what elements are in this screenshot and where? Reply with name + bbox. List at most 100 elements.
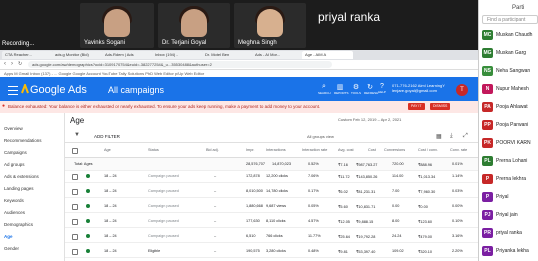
cell-status[interactable]: Campaign paused (148, 234, 179, 238)
video-tile-2[interactable]: Dr. Terjani Goyal (158, 3, 230, 48)
col-age[interactable]: Age (104, 148, 111, 152)
row-checkbox[interactable] (72, 204, 78, 210)
col-conv-rate[interactable]: Conv. rate (450, 148, 467, 152)
cell-bid[interactable]: – (214, 234, 216, 238)
row-checkbox[interactable] (72, 174, 78, 180)
row-checkbox[interactable] (72, 189, 78, 195)
pay-button[interactable]: PAY IT (408, 103, 425, 110)
sidebar-item-audiences[interactable]: Audiences (4, 210, 25, 215)
cell-cpc: ₹7,960.30 (418, 190, 436, 194)
tools-icon[interactable]: ⚙ TOOLS (350, 83, 362, 97)
download-icon[interactable]: ⤓ (450, 133, 453, 140)
participant-row[interactable]: PL Priyanka lekha (480, 244, 538, 258)
help-icon[interactable]: ? HELP (376, 83, 388, 97)
participant-row[interactable]: N Nupur Mahesh (480, 82, 538, 96)
col-cost-conv[interactable]: Cost / conv. (418, 148, 438, 152)
sidebar-item-ad-groups[interactable]: Ad groups (4, 162, 25, 167)
browser-tab[interactable]: CTA Reacher... (2, 51, 53, 59)
bookmarks-bar[interactable]: Apps M Gmail Inbox (137) - ... Google Go… (0, 70, 482, 77)
cell-bid[interactable]: – (214, 189, 216, 193)
sidebar-item-demographics[interactable]: Demographics (4, 222, 33, 227)
expand-icon[interactable]: ⤢ (463, 133, 468, 140)
cell-bid[interactable]: – (214, 174, 216, 178)
cell-cost: ₹143,850.26 (356, 175, 378, 179)
add-filter-button[interactable]: ADD FILTER (94, 134, 120, 139)
col-status[interactable]: Status (148, 148, 159, 152)
icon-label: REPORTS (334, 91, 349, 95)
row-checkbox[interactable] (72, 249, 78, 255)
participant-row[interactable]: PJ Priyal jain (480, 208, 538, 222)
sidebar-item-gender[interactable]: Gender (4, 246, 19, 251)
cell-bid[interactable]: – (214, 219, 216, 223)
video-tile-3[interactable]: Meghna Singh (234, 3, 306, 48)
browser-tab[interactable]: Ads - AI Mor... (252, 51, 303, 59)
participant-row[interactable]: PA Pooja Ahlawat (480, 100, 538, 114)
participant-row[interactable]: PL Prerna Lohani (480, 154, 538, 168)
cell-status[interactable]: Campaign paused (148, 204, 179, 208)
sidebar-item-ads-extensions[interactable]: Ads & extensions (4, 174, 39, 179)
row-checkbox[interactable] (72, 234, 78, 240)
cell-bid[interactable]: – (214, 204, 216, 208)
col-bid-adj[interactable]: Bid adj. (206, 148, 219, 152)
cell-status[interactable]: Campaign paused (148, 174, 179, 178)
date-range-picker[interactable]: Custom Feb 12, 2019 – Apr 2, 2021 (338, 117, 401, 122)
cell-status[interactable]: Campaign paused (148, 189, 179, 193)
columns-icon[interactable]: ▦ (436, 133, 442, 140)
sidebar-item-keywords[interactable]: Keywords (4, 198, 24, 203)
filter-icon[interactable]: ▼ (74, 132, 82, 138)
browser-tab[interactable]: Ads.Rdem | Ads (102, 51, 153, 59)
participant-name: Muskan Garg (496, 50, 527, 56)
cell-bid[interactable]: – (214, 249, 216, 253)
recording-status: Recording... (2, 41, 35, 47)
participant-face (104, 9, 130, 37)
total-cost: ₹987,763.27 (356, 163, 378, 167)
cell-impr: 6,510 (246, 234, 256, 238)
participant-row[interactable]: NS Neha Sangwan (480, 64, 538, 78)
video-tile-1[interactable]: Yavinks Sogani (80, 3, 154, 48)
back-icon[interactable]: ‹ (4, 61, 6, 67)
page-title-campaigns[interactable]: All campaigns (108, 85, 164, 95)
chart-icon[interactable]: ▥ REPORTS (334, 83, 349, 97)
sidebar-item-overview[interactable]: Overview (4, 126, 23, 131)
participant-search-input[interactable]: Find a participant (482, 15, 538, 24)
reload-icon[interactable]: ↻ (18, 61, 22, 67)
participant-row[interactable]: P Priyal (480, 190, 538, 204)
cell-status[interactable]: Campaign paused (148, 219, 179, 223)
forward-icon[interactable]: › (11, 61, 13, 67)
participant-name: Priyal (496, 194, 509, 200)
cell-status[interactable]: Eligible (148, 249, 160, 253)
participant-row[interactable]: PK POORVI KARN (480, 136, 538, 150)
avatar[interactable]: T (456, 84, 468, 96)
sidebar-item-campaigns[interactable]: Campaigns (4, 150, 27, 155)
col-impr[interactable]: Impr. (246, 148, 254, 152)
col-cost[interactable]: Cost (368, 148, 376, 152)
search-icon[interactable]: ⌕ SEARCH (318, 83, 331, 97)
sidebar-item-landing-pages[interactable]: Landing pages (4, 186, 34, 191)
participant-row[interactable]: PR priyal ranka (480, 226, 538, 240)
cell-rate: 4.57% (308, 219, 319, 223)
browser-tab[interactable]: ads.g Monitor (Bid) (52, 51, 103, 59)
participant-row[interactable]: MG Muskan Garg (480, 46, 538, 60)
participant-row[interactable]: PP Pooja Parwani (480, 118, 538, 132)
sidebar-item-age[interactable]: Age (4, 234, 13, 239)
refresh-icon[interactable]: ↻ REFRESH (364, 83, 378, 97)
account-info[interactable]: 071-776-2162 Aiml LearningY lenjare.goya… (392, 83, 445, 93)
row-checkbox[interactable] (72, 219, 78, 225)
url-field[interactable]: ads.google.com/aw/demographics?ocid=3109… (28, 61, 332, 68)
col-interaction-rate[interactable]: Interaction rate (302, 148, 327, 152)
sidebar-item-recommendations[interactable]: Recommendations (4, 138, 42, 143)
col-conversions[interactable]: Conversions (384, 148, 405, 152)
browser-tab[interactable]: Dr. Motel Ben (202, 51, 253, 59)
view-selector[interactable]: All groups view (307, 134, 334, 139)
cell-cr: 0.03% (452, 189, 463, 193)
participant-avatar: PL (482, 156, 493, 166)
participant-row[interactable]: P Prerna lekhra (480, 172, 538, 186)
participant-row[interactable]: MC Muskan Chaudh (480, 28, 538, 42)
menu-icon[interactable] (8, 86, 18, 95)
col-interactions[interactable]: Interactions (266, 148, 286, 152)
col-avg-cost[interactable]: Avg. cost (338, 148, 354, 152)
select-all-checkbox[interactable] (72, 148, 78, 154)
browser-tab-active[interactable]: Age - AIM A (302, 51, 353, 59)
dismiss-button[interactable]: DISMISS (430, 103, 451, 110)
browser-tab[interactable]: Inbox (194) - (152, 51, 203, 59)
